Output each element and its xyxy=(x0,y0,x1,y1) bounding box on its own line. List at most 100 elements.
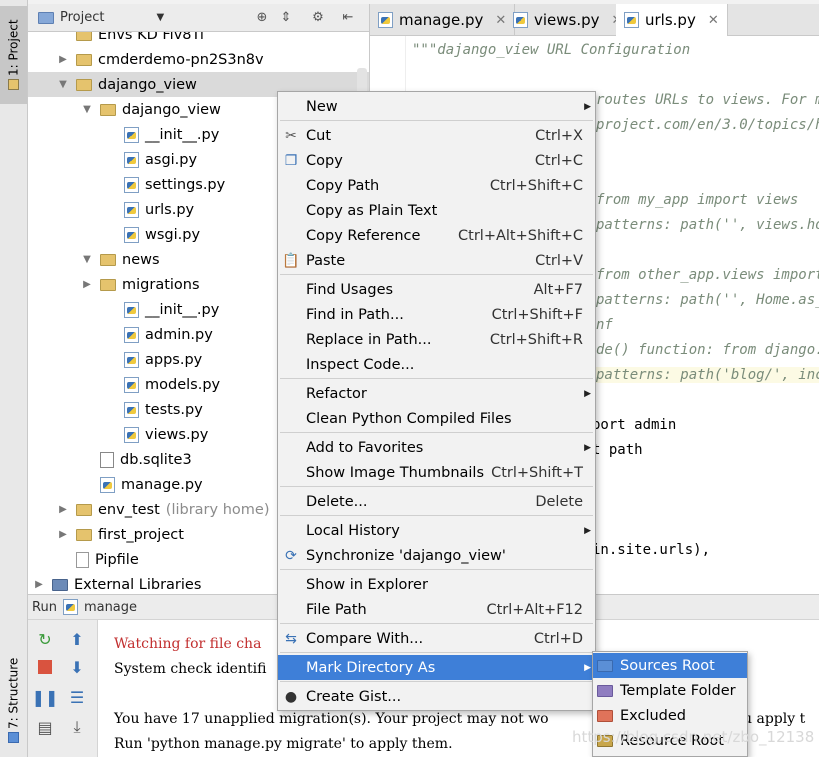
expanded-arrow-icon[interactable]: ▼ xyxy=(80,254,94,265)
menu-item[interactable]: Show in Explorer xyxy=(278,572,595,597)
tree-row-label: dajango_view xyxy=(122,101,221,118)
console-line: Watching for file cha xyxy=(114,636,262,652)
menu-item-label: Find Usages xyxy=(306,281,394,298)
code-line: de() function: from django.u xyxy=(596,342,819,358)
tree-row[interactable]: Envs KD Fiv8Ti xyxy=(28,32,369,47)
collapse-all-icon[interactable]: ⇕ xyxy=(278,10,294,26)
menu-item[interactable]: Delete... Delete xyxy=(278,489,595,514)
menu-item-shortcut: Ctrl+X xyxy=(535,127,583,144)
folder-icon xyxy=(76,78,92,91)
project-view-selector[interactable]: Project ▼ xyxy=(38,10,164,25)
menu-item[interactable]: ⇆ Compare With... Ctrl+D xyxy=(278,626,595,651)
scroll-to-end-icon[interactable]: ⤓ xyxy=(66,716,88,738)
menu-item[interactable]: ❐ Copy Ctrl+C xyxy=(278,148,595,173)
collapsed-arrow-icon[interactable]: ▶ xyxy=(56,529,70,540)
gear-icon[interactable]: ⚙ xyxy=(310,10,326,26)
menu-item[interactable]: New ▶ xyxy=(278,94,595,119)
tree-row-label: cmderdemo-pn2S3n8v xyxy=(98,51,264,68)
menu-item[interactable]: Local History ▶ xyxy=(278,518,595,543)
tree-row-note: (library home) xyxy=(165,501,270,518)
tool-tab-structure[interactable]: 7: Structure xyxy=(0,650,27,750)
expanded-arrow-icon[interactable]: ▼ xyxy=(56,79,70,90)
collapsed-arrow-icon[interactable]: ▶ xyxy=(32,579,46,590)
menu-item-label: Mark Directory As xyxy=(306,659,436,676)
editor-tab-label: views.py xyxy=(534,11,600,29)
menu-item-shortcut: Ctrl+D xyxy=(533,630,583,647)
menu-item-shortcut: Ctrl+Shift+C xyxy=(489,177,583,194)
submenu-item[interactable]: Excluded xyxy=(593,703,747,728)
collapsed-arrow-icon[interactable]: ▶ xyxy=(56,504,70,515)
menu-item[interactable]: Replace in Path... Ctrl+Shift+R xyxy=(278,327,595,352)
pause-icon[interactable]: ❚❚ xyxy=(32,686,59,708)
collapsed-arrow-icon[interactable]: ▶ xyxy=(80,279,94,290)
editor-tab[interactable]: views.py✕ xyxy=(505,4,632,36)
submenu-item[interactable]: Sources Root xyxy=(593,653,747,678)
soft-wrap-icon[interactable]: ☰ xyxy=(66,686,88,708)
menu-item[interactable]: Find in Path... Ctrl+Shift+F xyxy=(278,302,595,327)
submenu-item[interactable]: Template Folder xyxy=(593,678,747,703)
menu-item-label: Copy xyxy=(306,152,343,169)
tree-row-label: urls.py xyxy=(145,201,195,218)
stop-icon[interactable] xyxy=(34,656,56,678)
menu-item[interactable]: ● Create Gist... xyxy=(278,684,595,709)
editor-tab-label: urls.py xyxy=(645,11,696,29)
sync-icon: ⟳ xyxy=(285,547,297,564)
up-arrow-icon[interactable]: ⬆ xyxy=(66,628,88,650)
tree-row-label: manage.py xyxy=(121,476,203,493)
submenu-arrow-icon: ▶ xyxy=(584,662,591,673)
menu-item[interactable]: Add to Favorites ▶ xyxy=(278,435,595,460)
menu-item[interactable]: Copy Reference Ctrl+Alt+Shift+C xyxy=(278,223,595,248)
tree-row-label: db.sqlite3 xyxy=(120,451,192,468)
layout-icon[interactable]: ▤ xyxy=(34,716,56,738)
menu-item-label: Create Gist... xyxy=(306,688,402,705)
run-toolbar: ↻ ⬆ ⬇ ❚❚ ☰ ▤ ⤓ xyxy=(28,620,98,757)
menu-separator xyxy=(280,652,593,653)
menu-item[interactable]: Mark Directory As ▶ xyxy=(278,655,595,680)
menu-item[interactable]: Copy Path Ctrl+Shift+C xyxy=(278,173,595,198)
run-config-name[interactable]: manage xyxy=(84,600,137,615)
editor-tab[interactable]: manage.py ✕ xyxy=(370,4,516,36)
python-file-icon xyxy=(124,326,139,343)
editor-tab[interactable]: urls.py ✕ xyxy=(616,4,728,36)
code-line: t path xyxy=(592,442,643,458)
menu-item-shortcut: Alt+F7 xyxy=(533,281,583,298)
menu-item[interactable]: ✂ Cut Ctrl+X xyxy=(278,123,595,148)
menu-item[interactable]: Refactor ▶ xyxy=(278,381,595,406)
expanded-arrow-icon[interactable]: ▼ xyxy=(80,104,94,115)
locate-icon[interactable]: ⊕ xyxy=(254,10,270,26)
tool-tab-project[interactable]: 1: Project xyxy=(0,6,27,104)
submenu-arrow-icon: ▶ xyxy=(584,442,591,453)
tree-row-label: settings.py xyxy=(145,176,226,193)
hide-panel-icon[interactable]: ⇤ xyxy=(340,10,356,26)
menu-item[interactable]: 📋 Paste Ctrl+V xyxy=(278,248,595,273)
menu-item-label: Refactor xyxy=(306,385,367,402)
rerun-icon[interactable]: ↻ xyxy=(34,628,56,650)
close-icon[interactable]: ✕ xyxy=(708,13,719,28)
menu-item-label: Show Image Thumbnails xyxy=(306,464,485,481)
tree-row-label: wsgi.py xyxy=(145,226,201,243)
menu-item[interactable]: ⟳ Synchronize 'dajango_view' xyxy=(278,543,595,568)
code-line: patterns: path('', views.ho xyxy=(596,217,819,233)
menu-item[interactable]: Copy as Plain Text xyxy=(278,198,595,223)
collapsed-arrow-icon[interactable]: ▶ xyxy=(56,54,70,65)
library-icon xyxy=(52,578,68,591)
python-file-icon xyxy=(124,126,139,143)
python-file-icon xyxy=(124,176,139,193)
menu-item[interactable]: Inspect Code... xyxy=(278,352,595,377)
watermark: https://blog.csdn.net/zbo_12138 xyxy=(572,728,815,746)
python-file-icon xyxy=(124,426,139,443)
code-line: from other_app.views import xyxy=(596,267,819,283)
menu-item[interactable]: Clean Python Compiled Files xyxy=(278,406,595,431)
excluded-folder-icon xyxy=(597,709,613,722)
menu-item-label: Copy Path xyxy=(306,177,380,194)
code-line: in.site.urls), xyxy=(592,542,711,558)
tree-row[interactable]: ▶ cmderdemo-pn2S3n8v xyxy=(28,47,369,72)
python-file-icon xyxy=(124,226,139,243)
menu-item[interactable]: File Path Ctrl+Alt+F12 xyxy=(278,597,595,622)
menu-item[interactable]: Find Usages Alt+F7 xyxy=(278,277,595,302)
tool-tab-project-label: 1: Project xyxy=(6,19,21,77)
menu-item-label: Cut xyxy=(306,127,331,144)
down-arrow-icon[interactable]: ⬇ xyxy=(66,656,88,678)
menu-item[interactable]: Show Image Thumbnails Ctrl+Shift+T xyxy=(278,460,595,485)
template-folder-icon xyxy=(597,684,613,697)
